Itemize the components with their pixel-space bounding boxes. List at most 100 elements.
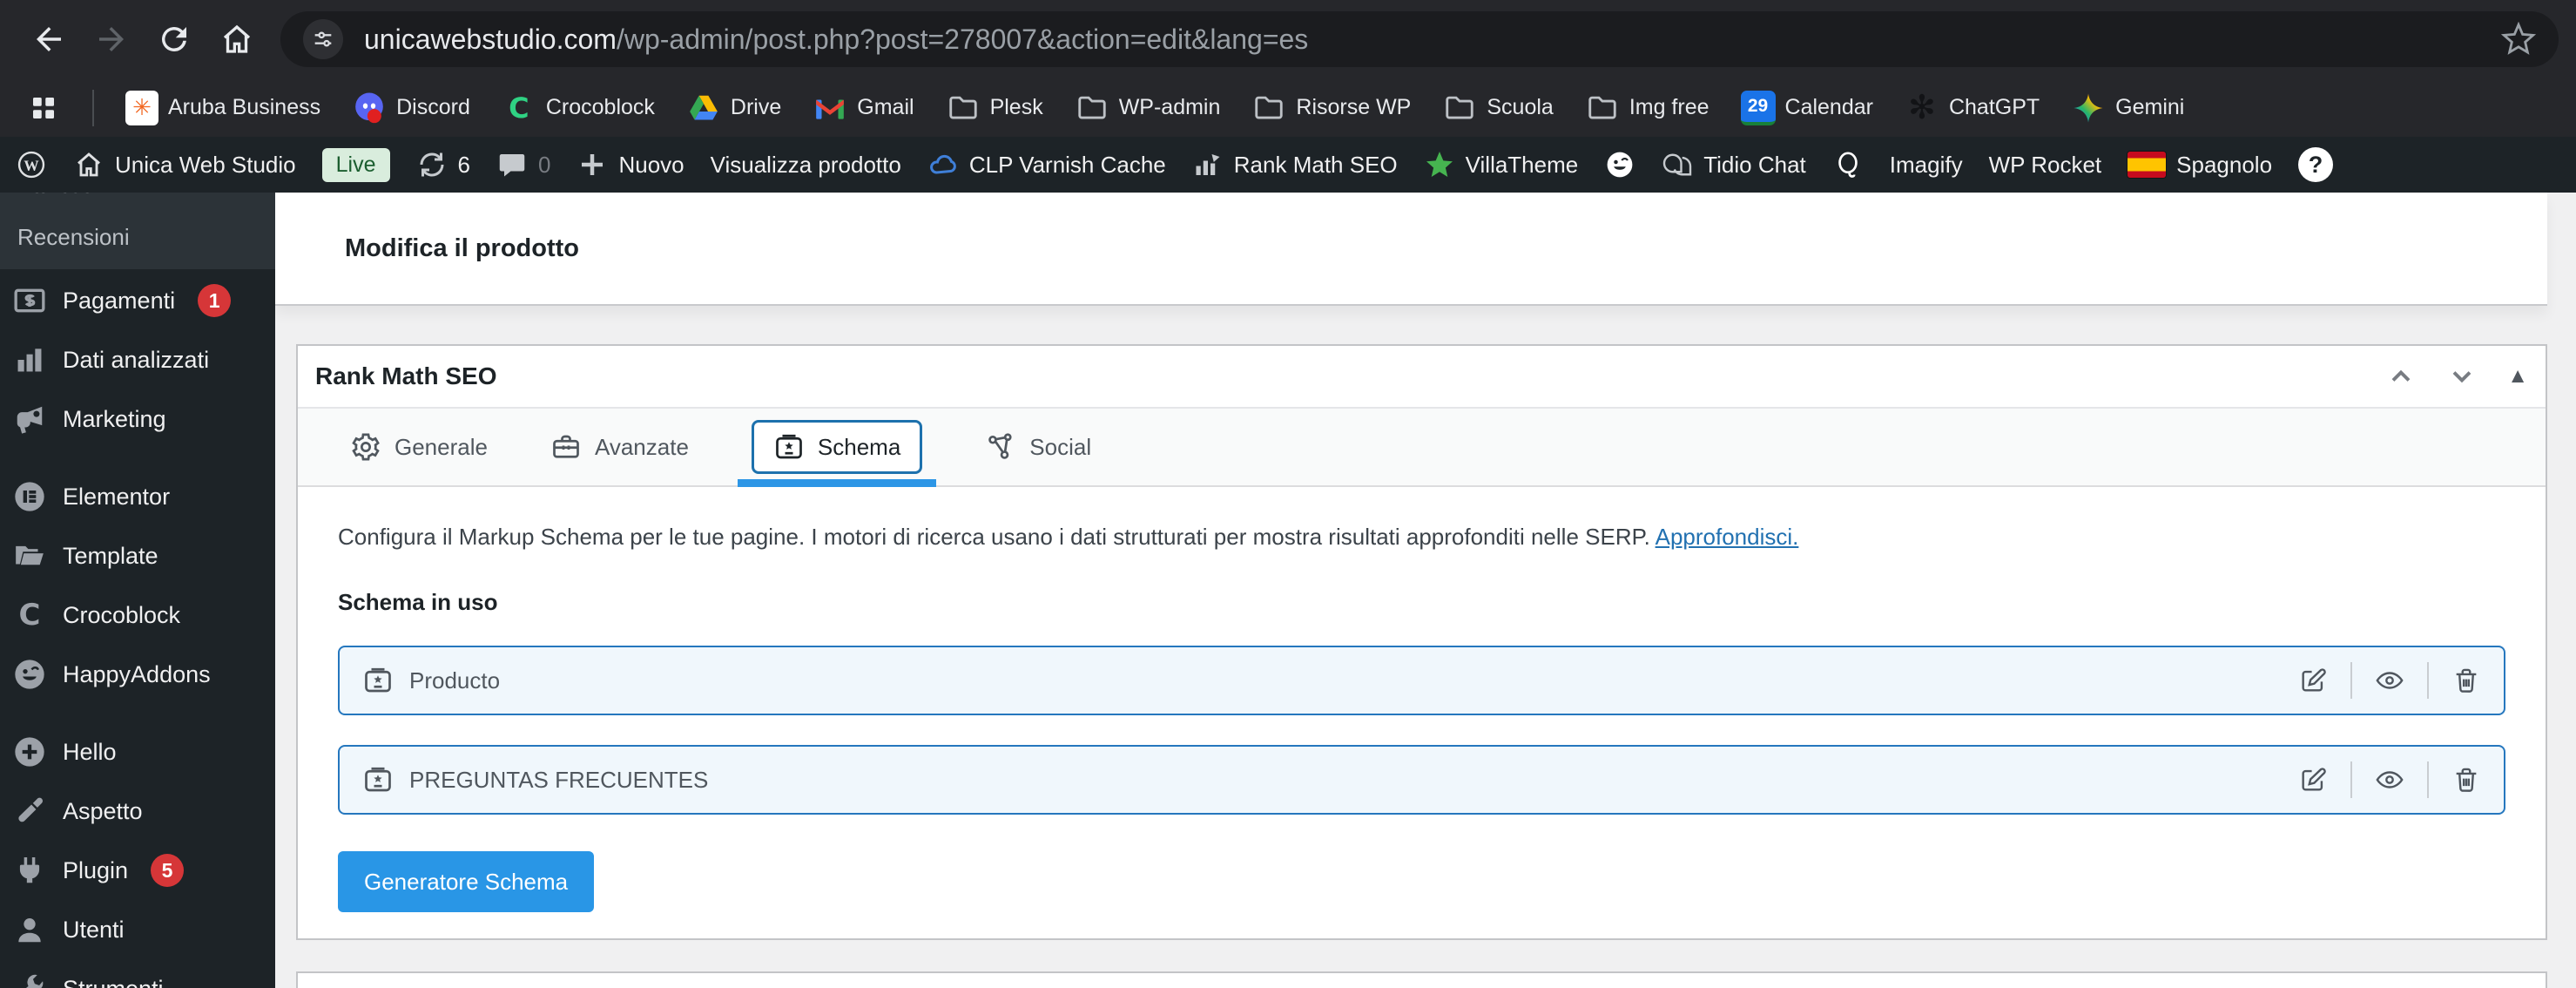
- wp-rocket-menu[interactable]: WP Rocket: [1989, 152, 2102, 179]
- sidebar-item-template[interactable]: Template: [0, 526, 275, 585]
- bookmark-star-button[interactable]: [2501, 22, 2536, 57]
- bookmark-gmail[interactable]: Gmail: [813, 91, 914, 125]
- sidebar-item-label: Template: [63, 542, 158, 569]
- schema-row-preguntas-frecuentes: PREGUNTAS FRECUENTES: [338, 745, 2505, 815]
- collapse-toggle-button[interactable]: ▲: [2507, 366, 2528, 387]
- delete-schema-button[interactable]: [2451, 666, 2481, 695]
- updates-menu[interactable]: 6: [416, 149, 470, 180]
- sidebar-item-utenti[interactable]: Utenti: [0, 900, 275, 959]
- wp-logo-menu[interactable]: W: [16, 149, 47, 180]
- apps-grid-button[interactable]: [26, 91, 61, 125]
- sidebar-item-hello[interactable]: Hello: [0, 722, 275, 782]
- tab-schema[interactable]: Schema: [737, 420, 937, 487]
- reload-button[interactable]: [143, 8, 206, 71]
- imagify-label: Imagify: [1889, 151, 1963, 178]
- chevron-up-icon: [2391, 369, 2411, 382]
- happyaddons-face-icon: [12, 657, 47, 692]
- help-menu[interactable]: ?: [2298, 147, 2334, 182]
- bookmark-gemini[interactable]: Gemini: [2071, 91, 2184, 125]
- delete-schema-button[interactable]: [2451, 765, 2481, 795]
- share-nodes-icon: [988, 433, 1012, 459]
- clp-varnish-menu[interactable]: CLP Varnish Cache: [927, 149, 1166, 180]
- move-up-button[interactable]: [2385, 361, 2417, 392]
- site-name-menu[interactable]: Unica Web Studio: [73, 149, 296, 180]
- tab-generale[interactable]: Generale: [350, 431, 488, 463]
- sidebar-item-elementor[interactable]: Elementor: [0, 467, 275, 526]
- edit-schema-button[interactable]: [2298, 765, 2328, 795]
- site-name-label: Unica Web Studio: [115, 151, 296, 178]
- live-badge: Live: [321, 147, 390, 182]
- learn-more-link[interactable]: Approfondisci.: [1656, 524, 1799, 550]
- preview-schema-button[interactable]: [2375, 666, 2404, 695]
- folder-icon: [1585, 91, 1620, 125]
- imagify-menu[interactable]: Imagify: [1890, 152, 1963, 179]
- page-header: Modifica il prodotto: [275, 193, 2547, 306]
- schema-card-icon: [776, 434, 802, 459]
- bookmark-chatgpt[interactable]: ✻ ChatGPT: [1905, 91, 2040, 125]
- bookmark-drive[interactable]: Drive: [686, 91, 781, 125]
- villatheme-menu[interactable]: VillaTheme: [1424, 149, 1578, 180]
- paintbrush-icon: [12, 794, 47, 829]
- sidebar-item-happyaddons[interactable]: HappyAddons: [0, 645, 275, 704]
- schema-row-producto: Producto: [338, 646, 2505, 715]
- sidebar-item-aspetto[interactable]: Aspetto: [0, 782, 275, 841]
- sidebar-item-strumenti[interactable]: Strumenti: [0, 959, 275, 988]
- move-down-button[interactable]: [2446, 361, 2478, 392]
- tab-social[interactable]: Social: [985, 431, 1091, 463]
- view-product-link[interactable]: Visualizza prodotto: [711, 152, 901, 179]
- site-settings-icon[interactable]: [303, 19, 343, 59]
- admin-menu: Pagamenti 1 Dati analizzati Marketing El…: [0, 271, 275, 988]
- rank-math-menu[interactable]: Rank Math SEO: [1192, 149, 1398, 180]
- user-icon: [12, 912, 47, 947]
- bookmark-crocoblock[interactable]: C Crocoblock: [502, 91, 655, 125]
- comments-menu[interactable]: 0: [496, 149, 550, 180]
- tidio-chat-menu[interactable]: Tidio Chat: [1662, 149, 1806, 180]
- sidebar-item-dati-analizzati[interactable]: Dati analizzati: [0, 330, 275, 389]
- sidebar-item-crocoblock[interactable]: C Crocoblock: [0, 585, 275, 645]
- bookmark-folder-risorse-wp[interactable]: Risorse WP: [1251, 91, 1411, 125]
- url-domain: unicawebstudio.com: [364, 23, 617, 55]
- back-button[interactable]: [17, 8, 80, 71]
- plus-icon: [582, 154, 604, 175]
- rank-math-metabox: Rank Math SEO ▲ Generale Avanzate Schema…: [296, 344, 2547, 940]
- bookmark-folder-img-free[interactable]: Img free: [1585, 91, 1709, 125]
- imagify-icon-menu[interactable]: [1832, 149, 1864, 180]
- forward-button[interactable]: [80, 8, 143, 71]
- url-text: unicawebstudio.com/wp-admin/post.php?pos…: [364, 24, 1308, 56]
- reload-icon: [161, 27, 186, 52]
- schema-generator-button[interactable]: Generatore Schema: [338, 851, 595, 912]
- open-folder-icon: [12, 538, 47, 573]
- next-metabox-partial: [296, 971, 2547, 988]
- page-title: Modifica il prodotto: [345, 233, 580, 262]
- gear-icon: [352, 433, 380, 461]
- bookmark-folder-plesk[interactable]: Plesk: [946, 91, 1043, 125]
- bookmark-calendar[interactable]: 29 Calendar: [1740, 90, 1873, 125]
- bookmark-folder-wp-admin[interactable]: WP-admin: [1075, 91, 1220, 125]
- preview-schema-button[interactable]: [2375, 765, 2404, 795]
- tab-avanzate[interactable]: Avanzate: [550, 431, 689, 463]
- tab-label: Social: [1029, 433, 1092, 460]
- happy-face-menu[interactable]: [1604, 149, 1635, 180]
- edit-schema-button[interactable]: [2298, 666, 2328, 695]
- language-menu[interactable]: Spagnolo: [2128, 152, 2272, 179]
- submenu-item-recensioni[interactable]: Recensioni: [17, 224, 130, 251]
- rank-math-label: Rank Math SEO: [1233, 151, 1398, 178]
- home-button[interactable]: [206, 8, 268, 71]
- chevron-down-icon: [2452, 371, 2471, 383]
- address-bar[interactable]: unicawebstudio.com/wp-admin/post.php?pos…: [280, 11, 2559, 67]
- drive-icon: [686, 91, 721, 125]
- new-label: Nuovo: [618, 151, 684, 178]
- schema-in-use-heading: Schema in uso: [338, 589, 498, 615]
- metabox-header[interactable]: Rank Math SEO ▲: [298, 346, 2546, 407]
- elementor-icon: [12, 479, 47, 514]
- bookmark-label: Plesk: [989, 95, 1043, 119]
- bookmark-aruba-business[interactable]: ✳ Aruba Business: [125, 90, 320, 125]
- sidebar-item-plugin[interactable]: Plugin 5: [0, 841, 275, 900]
- sidebar-item-marketing[interactable]: Marketing: [0, 389, 275, 449]
- new-content-menu[interactable]: Nuovo: [577, 149, 684, 180]
- bookmark-discord[interactable]: Discord: [352, 91, 470, 125]
- bookmark-folder-scuola[interactable]: Scuola: [1442, 91, 1554, 125]
- submenu-item-attributi[interactable]: Attributi: [17, 193, 94, 199]
- rank-math-icon: [1196, 154, 1220, 175]
- sidebar-item-pagamenti[interactable]: Pagamenti 1: [0, 271, 275, 330]
